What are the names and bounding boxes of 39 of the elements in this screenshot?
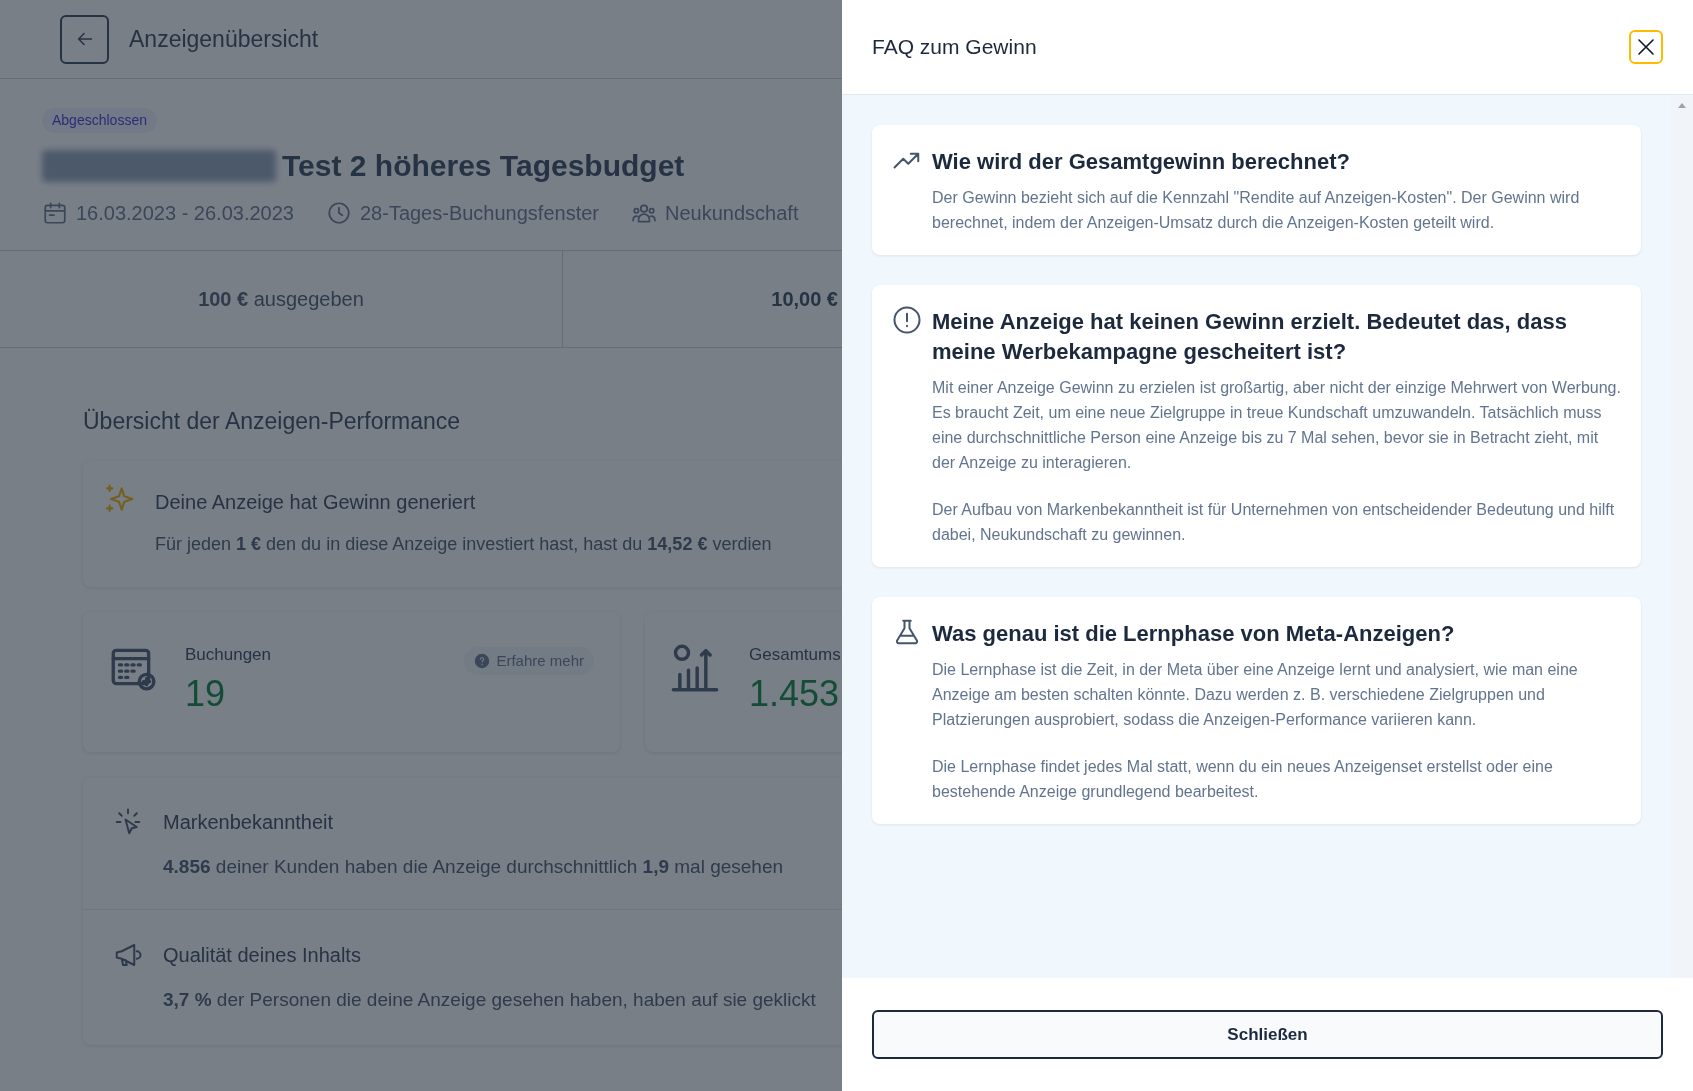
meta-text: 28-Tages-Buchungsfenster (359, 201, 599, 226)
faq-question: Wie wird der Gesamtgewinn berechnet? (932, 148, 1351, 176)
help-circle-icon (474, 652, 491, 669)
scrollbar[interactable] (1671, 95, 1693, 978)
back-button[interactable] (60, 14, 109, 64)
detail-title: Qualität deines Inhalts (163, 942, 362, 968)
calendar-icon (42, 200, 68, 226)
cursor-click-icon (113, 806, 143, 837)
faq-question: Was genau ist die Lernphase von Meta-Anzeigen? (932, 620, 1456, 648)
meta-text: 16.03.2023 - 26.03.2023 (76, 201, 294, 226)
faq-answer: Der Aufbau von Markenbekanntheit ist für Unternehmen von entscheidender Bedeutung und hilft dabei, Neukundschaft zu gewinnen. (932, 500, 1616, 545)
close-dialog-button[interactable]: Schließen (872, 1010, 1663, 1059)
page-title: Anzeigenübersicht (129, 24, 319, 54)
detail-text: 3,7 % der Personen die deine Anzeige gesehen haben, haben auf sie geklickt (163, 987, 816, 1012)
alert-circle-icon (892, 305, 922, 335)
meta-text: Neukundschaft (665, 201, 799, 226)
summary-text: 10,00 € (771, 287, 838, 312)
detail-text: 4.856 deiner Kunden haben die Anzeige durchschnittlich 1,9 mal gesehen (163, 854, 784, 879)
metric-value: 1.453 (749, 672, 841, 716)
faq-question: Meine Anzeige hat keinen Gewinn erzielt. Bedeutet das, dass meine Werbekampagne gescheitert ist? (932, 308, 1568, 366)
insight-text: Für jeden 1 € den du in diese Anzeige investiert hast, hast du 14,52 € verdien (155, 532, 772, 556)
sparkle-icon (103, 482, 135, 515)
metric-label: Gesamtums (749, 643, 841, 666)
metric-value: 19 (185, 672, 227, 716)
metric-label: Buchungen (185, 643, 272, 666)
section-title: Übersicht der Anzeigen-Performance (83, 407, 462, 436)
insight-title: Deine Anzeige hat Gewinn generiert (155, 489, 477, 515)
scroll-up-icon[interactable] (1677, 101, 1687, 109)
clock-icon (325, 200, 352, 226)
detail-title: Markenbekanntheit (163, 809, 335, 835)
drawer-title: FAQ zum Gewinn (872, 34, 1037, 61)
faq-answer: Mit einer Anzeige Gewinn zu erzielen ist großartig, aber nicht der einzige Mehrwert von Werbung. Es braucht Zeit, um eine neue Zielgruppe in treue Kundschaft umzuwandeln. Tatsächlich muss eine durchschnittliche Person eine Anzeige bis zu 7 Mal sehen, bevor sie in Betracht zieht, mit der Anzeige zu interagieren. (932, 378, 1622, 473)
status-badge: Abgeschlossen (42, 108, 157, 133)
summary-text: 100 € ausgegeben (198, 287, 364, 312)
close-button[interactable] (1629, 30, 1663, 64)
ad-title: Test 2 höheres Tagesbudget (282, 148, 685, 184)
faq-answer: Die Lernphase findet jedes Mal statt, wenn du ein neues Anzeigenset erstellst oder eine bestehende Anzeige grundlegend bearbeitest. (932, 757, 1554, 802)
faq-answer: Die Lernphase ist die Zeit, in der Meta über eine Anzeige lernt und analysiert, wie man eine Anzeige am besten schalten könnte. Dazu werden z. B. verschiedene Zielgruppen und Platzierungen ausprobiert, sodass die Anzeigen-Performance variieren kann. (932, 660, 1579, 730)
faq-answer: Der Gewinn bezieht sich auf die Kennzahl "Rendite auf Anzeigen-Kosten". Der Gewinn wird berechnet, indem der Anzeigen-Umsatz durch die Anzeigen-Kosten geteilt wird. (932, 188, 1581, 233)
